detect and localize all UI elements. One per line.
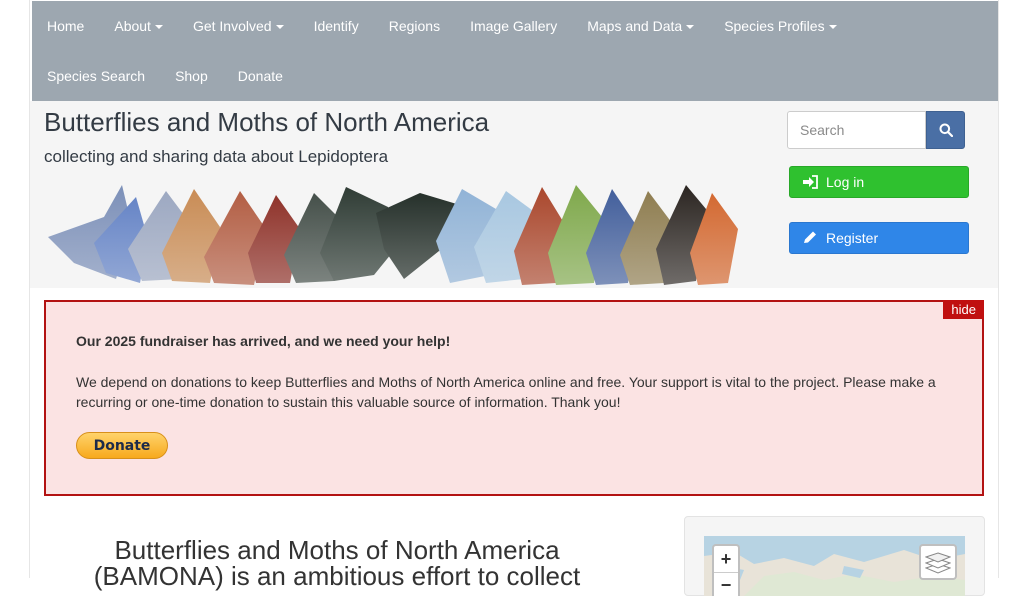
- zoom-in-button[interactable]: +: [714, 546, 738, 572]
- register-button[interactable]: Register: [789, 222, 969, 254]
- intro-heading: Butterflies and Moths of North America (…: [93, 535, 581, 591]
- nav-item-identify[interactable]: Identify: [299, 1, 374, 51]
- alert-heading: Our 2025 fundraiser has arrived, and we …: [76, 333, 451, 349]
- nav-item-label: Maps and Data: [587, 18, 683, 34]
- nav-item-donate[interactable]: Donate: [223, 51, 298, 101]
- site-tagline: collecting and sharing data about Lepido…: [44, 147, 389, 166]
- register-label: Register: [826, 230, 879, 246]
- nav-row-secondary: Species Search Shop Donate: [32, 51, 298, 101]
- nav-item-species-profiles[interactable]: Species Profiles: [709, 1, 851, 51]
- nav-item-image-gallery[interactable]: Image Gallery: [455, 1, 572, 51]
- caret-down-icon: [686, 25, 695, 30]
- hide-alert-button[interactable]: hide: [943, 300, 984, 319]
- nav-item-label: Donate: [237, 68, 283, 84]
- nav-item-label: Shop: [175, 68, 208, 84]
- search-input[interactable]: [787, 111, 926, 149]
- main-navbar: Home About Get Involved Identify Regions Imag…: [32, 1, 998, 101]
- page-container: Home About Get Involved Identify Regions Imag…: [29, 0, 999, 596]
- map-panel: + −: [684, 516, 985, 596]
- search-button[interactable]: [926, 111, 965, 149]
- nav-item-species-search[interactable]: Species Search: [32, 51, 160, 101]
- sign-in-icon: [802, 175, 818, 189]
- fundraiser-alert: hide Our 2025 fundraiser has arrived, an…: [44, 300, 984, 496]
- nav-item-label: Species Profiles: [724, 18, 825, 34]
- caret-down-icon: [828, 25, 837, 30]
- nav-item-label: About: [114, 18, 151, 34]
- nav-item-about[interactable]: About: [99, 1, 178, 51]
- nav-item-label: Species Search: [47, 68, 146, 84]
- nav-item-label: Identify: [313, 18, 359, 34]
- login-button[interactable]: Log in: [789, 166, 969, 198]
- nav-item-label: Get Involved: [192, 18, 272, 34]
- login-label: Log in: [826, 174, 865, 190]
- map-view[interactable]: + −: [704, 536, 965, 596]
- caret-down-icon: [154, 25, 163, 30]
- site-header: Butterflies and Moths of North America c…: [30, 101, 998, 288]
- layers-icon: [925, 552, 951, 574]
- nav-row-primary: Home About Get Involved Identify Regions Imag…: [32, 1, 852, 51]
- caret-down-icon: [275, 25, 284, 30]
- zoom-out-button[interactable]: −: [714, 572, 738, 596]
- nav-item-regions[interactable]: Regions: [374, 1, 455, 51]
- nav-item-label: Home: [47, 18, 85, 34]
- nav-item-shop[interactable]: Shop: [160, 51, 223, 101]
- nav-item-label: Image Gallery: [470, 18, 558, 34]
- layers-button[interactable]: [919, 544, 957, 580]
- donate-button[interactable]: Donate: [76, 432, 168, 459]
- site-title[interactable]: Butterflies and Moths of North America: [44, 107, 489, 138]
- nav-item-maps-and-data[interactable]: Maps and Data: [572, 1, 709, 51]
- search-group: [787, 111, 965, 149]
- pencil-icon: [802, 231, 818, 245]
- nav-item-get-involved[interactable]: Get Involved: [178, 1, 299, 51]
- butterfly-banner-image: [44, 183, 740, 287]
- alert-body: We depend on donations to keep Butterfli…: [76, 374, 936, 410]
- nav-item-home[interactable]: Home: [32, 1, 99, 51]
- nav-item-label: Regions: [388, 18, 441, 34]
- search-icon: [939, 123, 953, 137]
- zoom-control: + −: [712, 544, 740, 596]
